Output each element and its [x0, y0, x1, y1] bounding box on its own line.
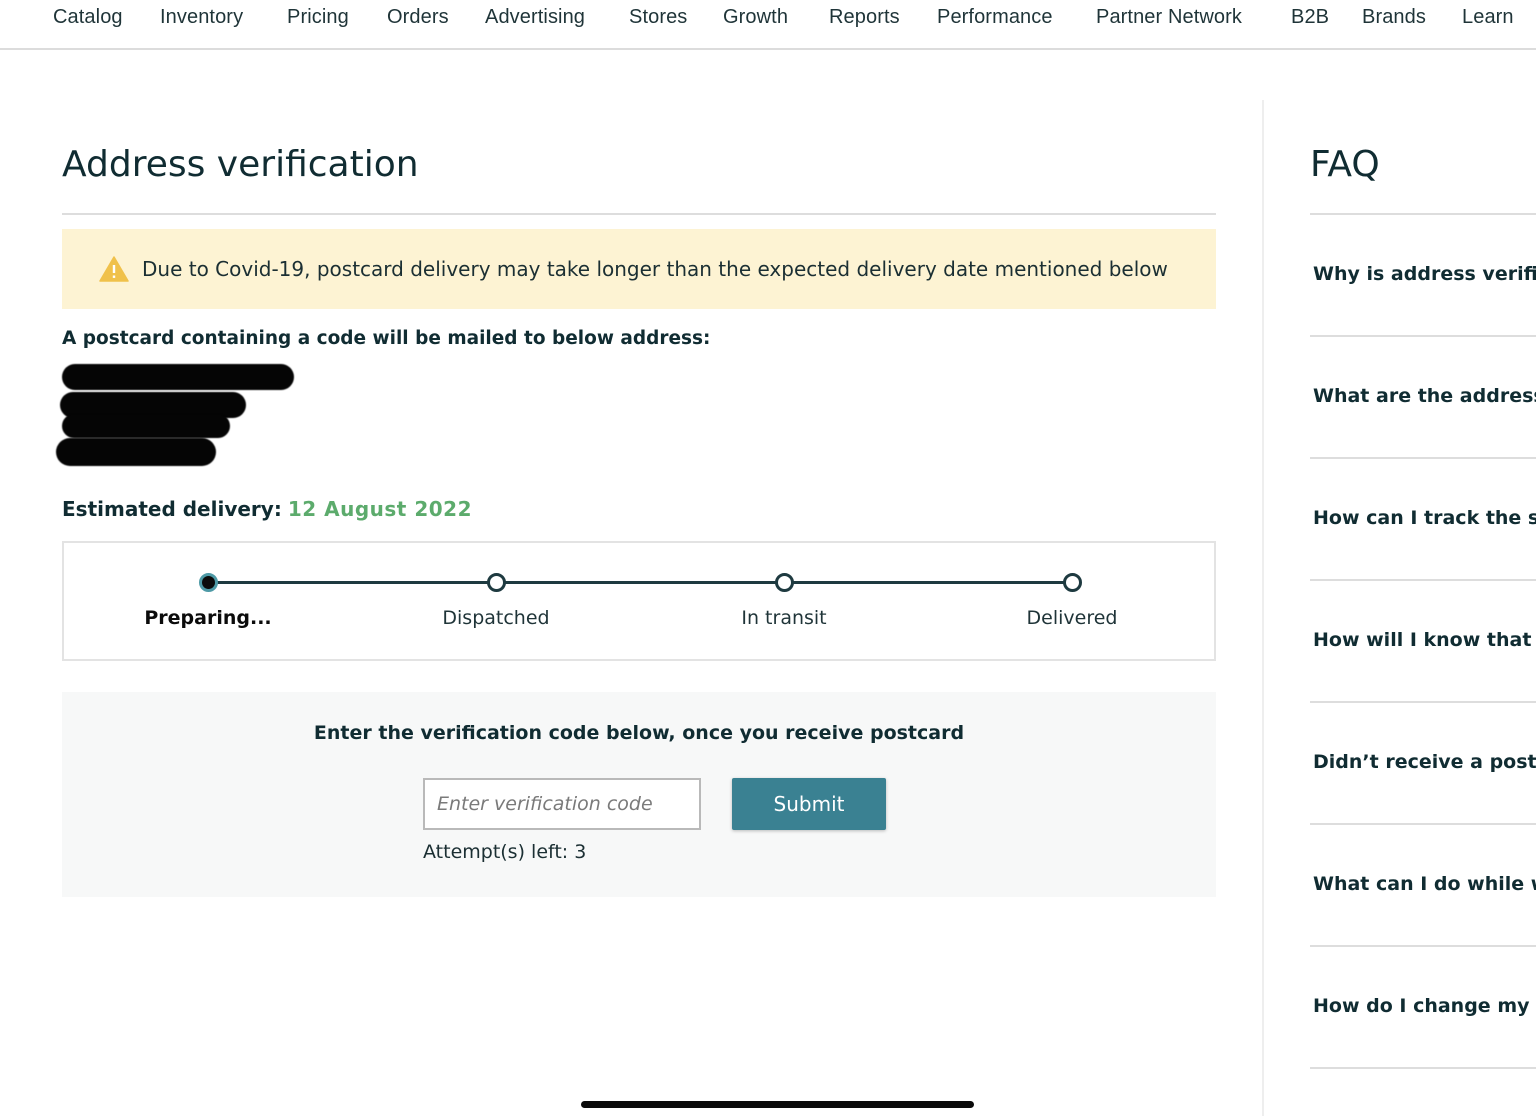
nav-item-brands[interactable]: Brands	[1362, 6, 1426, 29]
title-divider	[62, 213, 1216, 215]
attempts-left: Attempt(s) left: 3	[423, 841, 587, 863]
faq-question: What can I do while w	[1313, 873, 1536, 895]
faq-item[interactable]: What can I do while w	[1310, 825, 1536, 947]
delivery-progress-tracker: Preparing... Dispatched In transit Deliv…	[62, 541, 1216, 661]
verification-code-panel: Enter the verification code below, once …	[62, 692, 1216, 897]
nav-item-growth[interactable]: Growth	[723, 6, 788, 29]
progress-line	[208, 581, 1072, 584]
mailing-address-label: A postcard containing a code will be mai…	[62, 328, 711, 349]
warning-triangle-icon	[99, 256, 129, 282]
home-indicator	[581, 1101, 974, 1108]
covid-delay-alert: Due to Covid-19, postcard delivery may t…	[62, 229, 1216, 309]
faq-item[interactable]: How do I change my a	[1310, 947, 1536, 1069]
faq-question: How can I track the sta	[1313, 507, 1536, 529]
step-node-dispatched	[486, 573, 506, 592]
faq-question: Why is address verifica	[1313, 263, 1536, 285]
faq-question: How will I know that I	[1313, 629, 1536, 651]
faq-question: Didn’t receive a postca	[1313, 751, 1536, 773]
step-label-in-transit: In transit	[741, 607, 827, 629]
nav-item-performance[interactable]: Performance	[937, 6, 1053, 29]
nav-item-partner-network[interactable]: Partner Network	[1096, 6, 1242, 29]
estimated-delivery-label: Estimated delivery:	[62, 497, 282, 521]
nav-item-pricing[interactable]: Pricing	[287, 6, 349, 29]
faq-item[interactable]: Why is address verifica	[1310, 215, 1536, 337]
alert-text: Due to Covid-19, postcard delivery may t…	[142, 257, 1168, 281]
verification-code-input[interactable]	[423, 778, 701, 830]
top-navigation: Catalog Inventory Pricing Orders Adverti…	[0, 0, 1536, 50]
nav-item-inventory[interactable]: Inventory	[160, 6, 243, 29]
nav-item-advertising[interactable]: Advertising	[485, 6, 585, 29]
step-node-delivered	[1062, 573, 1082, 592]
faq-item[interactable]: How can I track the sta	[1310, 459, 1536, 581]
step-label-preparing: Preparing...	[144, 607, 272, 629]
faq-question: What are the address d	[1313, 385, 1536, 407]
step-label-delivered: Delivered	[1026, 607, 1118, 629]
estimated-delivery-date: 12 August 2022	[287, 497, 472, 521]
verification-prompt: Enter the verification code below, once …	[313, 722, 965, 744]
nav-item-orders[interactable]: Orders	[387, 6, 449, 29]
submit-button[interactable]: Submit	[732, 778, 886, 830]
faq-item[interactable]: How will I know that I	[1310, 581, 1536, 703]
estimated-delivery: Estimated delivery: 12 August 2022	[62, 497, 472, 521]
step-node-preparing	[198, 573, 218, 592]
step-label-dispatched: Dispatched	[442, 607, 550, 629]
faq-title: FAQ	[1310, 144, 1380, 185]
faq-item[interactable]: What are the address d	[1310, 337, 1536, 459]
page-title: Address verification	[62, 144, 419, 185]
faq-item[interactable]: Didn’t receive a postca	[1310, 703, 1536, 825]
nav-item-reports[interactable]: Reports	[829, 6, 900, 29]
faq-column-divider	[1262, 100, 1264, 1116]
faq-question: How do I change my a	[1313, 995, 1536, 1017]
nav-item-stores[interactable]: Stores	[629, 6, 687, 29]
step-node-in-transit	[774, 573, 794, 592]
redacted-address	[54, 358, 294, 470]
nav-item-learn[interactable]: Learn	[1462, 6, 1514, 29]
nav-item-b2b[interactable]: B2B	[1291, 6, 1329, 29]
nav-item-catalog[interactable]: Catalog	[53, 6, 123, 29]
